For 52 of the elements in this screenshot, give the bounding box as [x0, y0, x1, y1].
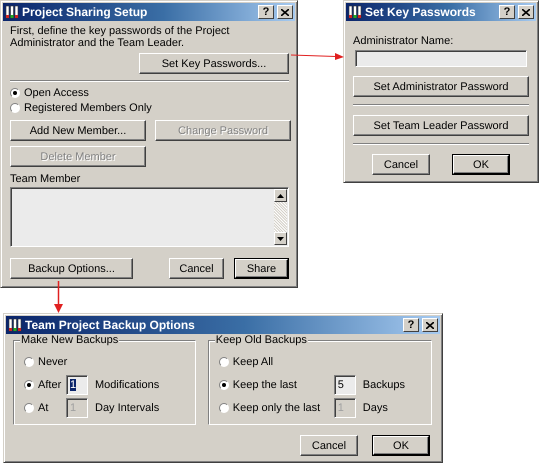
group-title: Make New Backups: [20, 334, 120, 346]
scrollbar[interactable]: [274, 189, 287, 245]
set-key-passwords-button[interactable]: Set Key Passwords...: [139, 53, 289, 74]
unit-label: Day Intervals: [95, 402, 160, 414]
connector-arrow: [54, 281, 63, 313]
unit-label: Backups: [362, 378, 405, 390]
radio-option[interactable]: At: [24, 402, 66, 414]
radio-option[interactable]: Open Access: [10, 87, 289, 99]
app-icon: [5, 5, 19, 19]
dialog-button[interactable]: Cancel: [300, 435, 358, 456]
member-button[interactable]: Add New Member...: [10, 120, 146, 141]
unit-label: Days: [362, 402, 388, 414]
field-label: Administrator Name:: [353, 35, 454, 47]
radio-option[interactable]: After: [24, 378, 66, 390]
radio-option[interactable]: Keep the last: [218, 378, 334, 390]
close-button[interactable]: [422, 318, 438, 332]
window-title: Project Sharing Setup: [22, 5, 148, 19]
dialog-button[interactable]: OK: [452, 154, 510, 175]
up-arrow-icon[interactable]: [277, 194, 284, 198]
dialog-button[interactable]: Cancel: [372, 154, 430, 175]
close-icon: [426, 322, 434, 328]
radio-option[interactable]: Registered Members Only: [10, 102, 289, 114]
radio-option[interactable]: Never: [24, 356, 66, 368]
app-icon: [8, 318, 22, 332]
dialog-button[interactable]: Cancel: [169, 258, 224, 279]
help-button[interactable]: ?: [499, 5, 515, 19]
help-button[interactable]: ?: [258, 5, 274, 19]
connector-arrow: [291, 50, 344, 62]
radio-option[interactable]: Keep only the last: [218, 402, 334, 414]
list-label: Team Member: [10, 173, 82, 185]
password-button[interactable]: Set Team Leader Password: [353, 115, 529, 136]
help-button[interactable]: ?: [403, 318, 419, 332]
member-list[interactable]: [10, 187, 289, 247]
intro-text: First, define the key passwords of the Project Administrator and the Team Leader.: [10, 25, 230, 49]
password-button[interactable]: Set Administrator Password: [353, 76, 529, 97]
dialog-button[interactable]: Backup Options...: [10, 258, 133, 279]
close-icon: [281, 8, 289, 16]
number-field[interactable]: 1: [66, 374, 88, 394]
unit-label: Modifications: [95, 378, 160, 390]
dialog-button[interactable]: OK: [372, 435, 430, 456]
down-arrow-icon[interactable]: [277, 236, 284, 240]
group-title: Keep Old Backups: [214, 334, 308, 346]
close-button[interactable]: [518, 5, 534, 19]
number-field[interactable]: 5: [334, 374, 356, 394]
radio-option[interactable]: Keep All: [218, 356, 334, 368]
window-title: Set Key Passwords: [365, 5, 477, 19]
app-icon: [348, 5, 362, 19]
close-icon: [522, 8, 530, 16]
close-button[interactable]: [277, 5, 293, 19]
dialog-button[interactable]: Share: [234, 258, 289, 279]
window-title: Team Project Backup Options: [25, 318, 196, 332]
input-field[interactable]: [355, 50, 527, 67]
